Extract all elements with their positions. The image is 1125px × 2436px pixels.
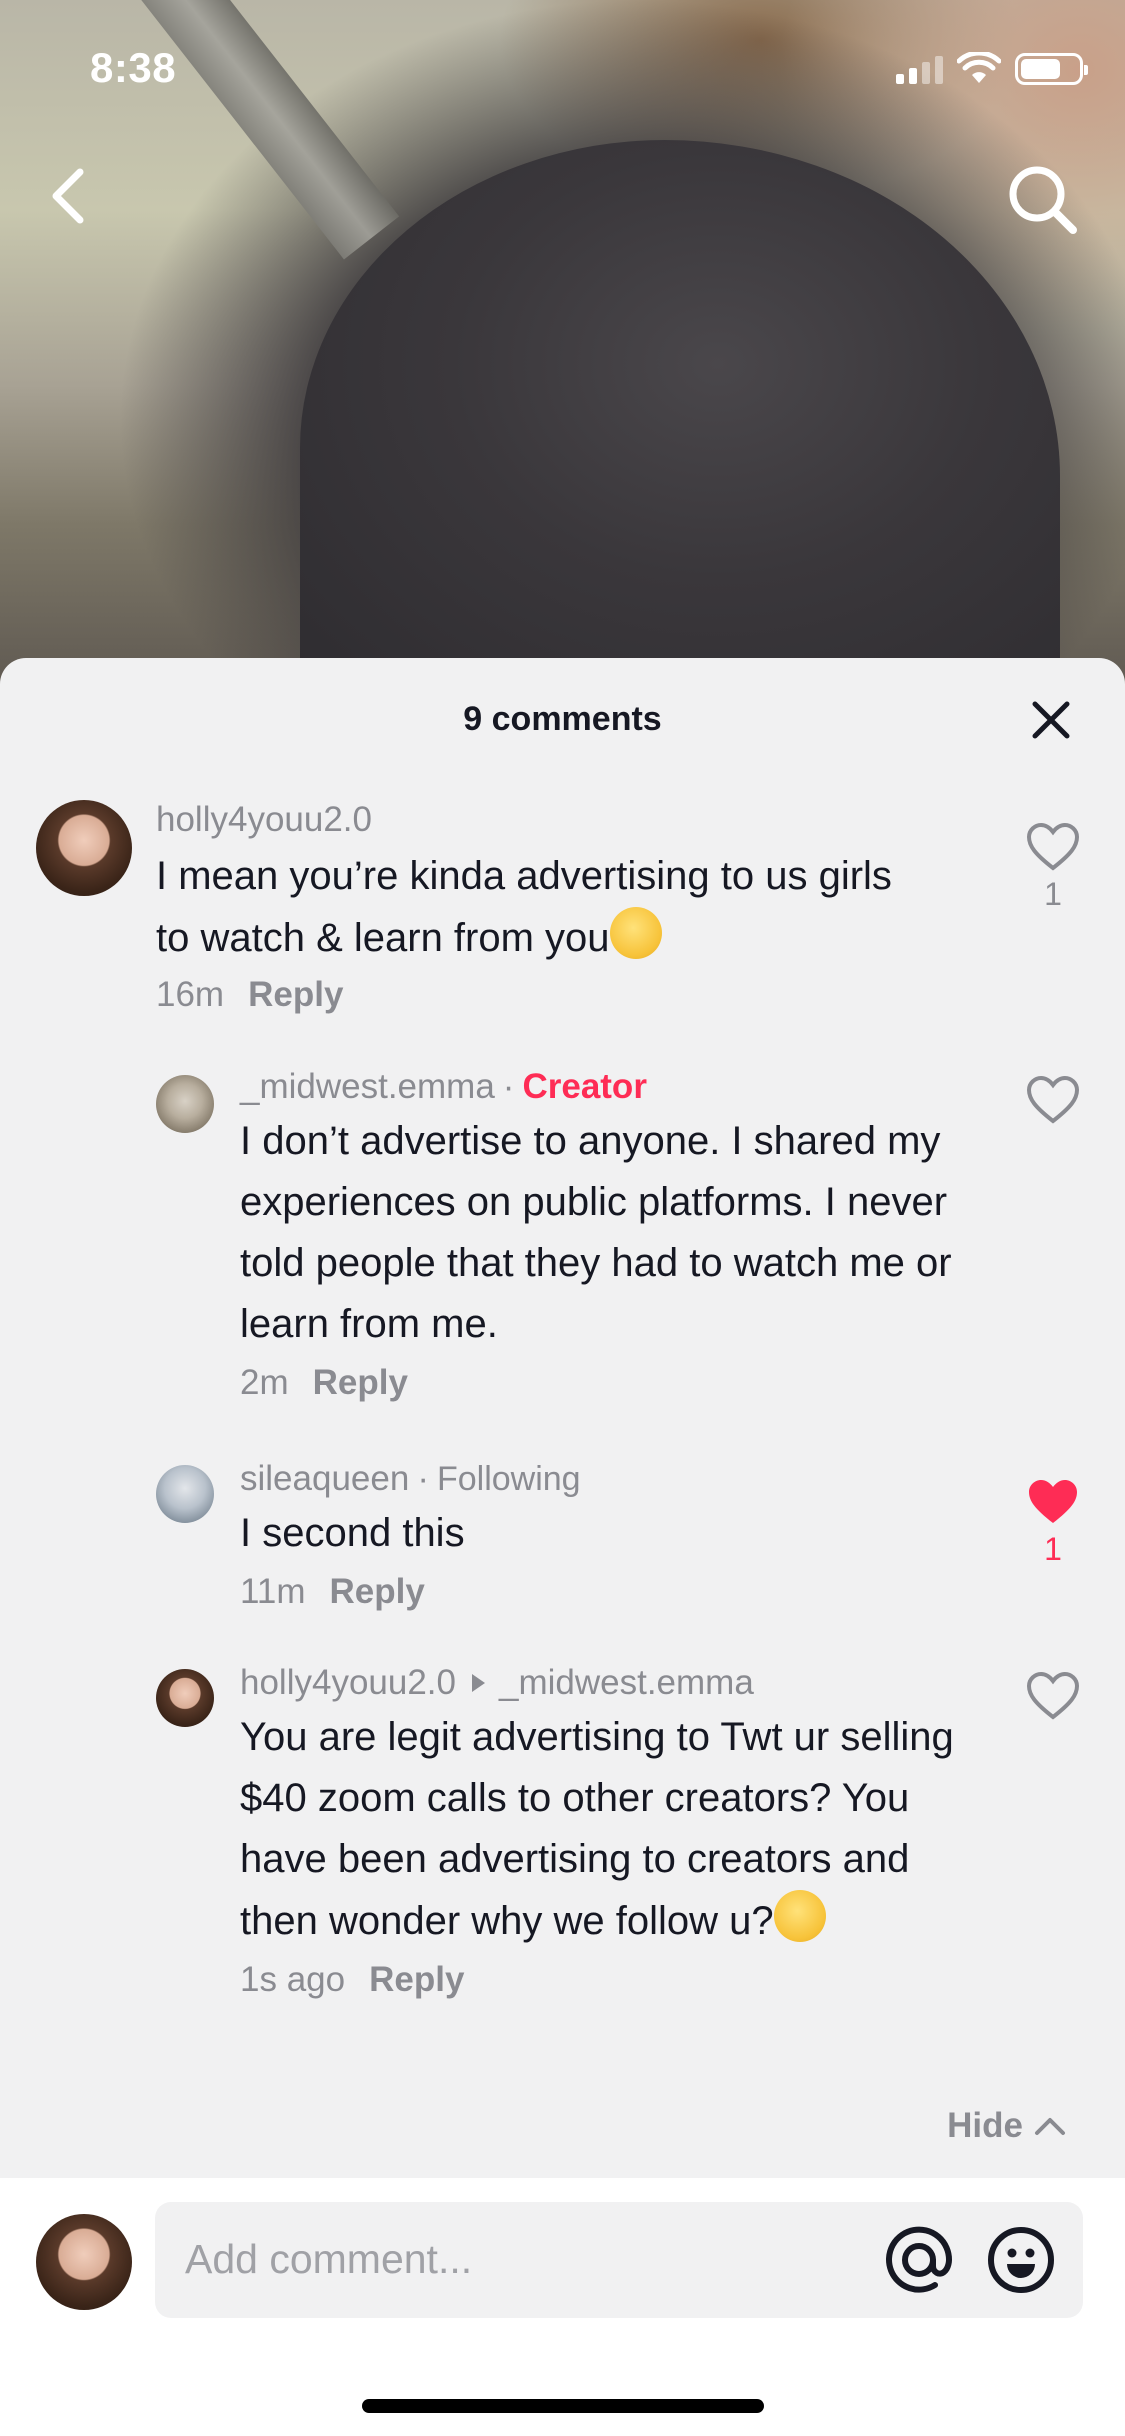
comment-username[interactable]: sileaqueen [240,1459,409,1499]
creator-badge: Creator [522,1067,647,1106]
sheet-header: 9 comments [0,658,1125,778]
avatar[interactable] [156,1075,214,1133]
heart-outline-icon [1026,822,1080,871]
comment-footer: 11m Reply [240,1572,960,1612]
chevron-up-icon [1035,2118,1065,2135]
comment-time: 16m [156,975,225,1014]
reply-button[interactable]: Reply [330,1572,425,1612]
separator-dot: · [502,1067,515,1106]
reply-arrow-icon [472,1674,485,1692]
my-avatar [36,2214,132,2310]
comment-footer: 1s ago Reply [240,1960,970,2000]
like-button[interactable] [1023,1671,1083,1721]
comment-footer: 2m Reply [240,1363,960,1403]
like-button[interactable]: 1 [1023,822,1083,913]
compose-bar: Add comment... [0,2178,1125,2436]
cellular-signal-icon [896,54,943,84]
comment-time: 1s ago [240,1960,346,1999]
comment-item: holly4youu2.0 I mean you’re kinda advert… [0,800,1125,1040]
comments-sheet: 9 comments holly4youu2.0 I mean you’re k… [0,658,1125,2436]
wifi-icon [957,52,1001,83]
comment-meta: holly4youu2.0 [156,800,916,840]
search-icon[interactable] [1003,160,1083,240]
avatar[interactable] [36,800,132,896]
tears-of-joy-emoji-icon [773,1890,826,1942]
separator-dot: · [417,1459,429,1498]
like-count: 1 [1044,876,1062,912]
home-indicator [362,2399,764,2413]
comment-footer: 16m Reply [156,975,916,1015]
comments-count-title: 9 comments [463,700,662,738]
comment-time: 2m [240,1363,289,1402]
reply-button[interactable]: Reply [369,1960,464,2000]
comment-text-body: I mean you’re kinda advertising to us gi… [156,854,892,960]
reply-to-username[interactable]: _midwest.emma [499,1663,754,1703]
status-bar: 8:38 [0,0,1125,132]
following-badge: Following [436,1459,581,1498]
mention-at-icon[interactable] [883,2224,955,2296]
emoji-picker-icon[interactable] [985,2224,1057,2296]
avatar[interactable] [156,1465,214,1523]
close-icon[interactable] [1029,698,1073,742]
like-button[interactable] [1023,1075,1083,1125]
comment-text: You are legit advertising to Twt ur sell… [240,1707,970,1952]
like-button[interactable]: 1 [1023,1477,1083,1568]
reply-item: holly4youu2.0 _midwest.emma You are legi… [0,1663,1125,2089]
back-arrow-icon[interactable] [40,160,100,230]
reply-item: _midwest.emma · Creator I don’t advertis… [0,1067,1125,1455]
hide-replies-button[interactable]: Hide [947,2106,1067,2146]
comment-input[interactable]: Add comment... [155,2202,1083,2318]
reply-button[interactable]: Reply [313,1363,408,1403]
comment-text-body: You are legit advertising to Twt ur sell… [240,1715,954,1943]
hide-label: Hide [947,2106,1023,2145]
sweat-smile-emoji-icon [609,907,662,959]
comment-input-placeholder: Add comment... [185,2236,473,2282]
comment-username[interactable]: holly4youu2.0 [240,1663,456,1703]
battery-icon [1015,53,1088,85]
comment-meta: _midwest.emma · Creator [240,1067,960,1107]
status-icons [896,52,1088,86]
comment-meta: sileaqueen · Following [240,1459,960,1499]
comment-text: I mean you’re kinda advertising to us gi… [156,846,916,969]
video-scene-hoodie [300,140,1060,700]
reply-item: sileaqueen · Following I second this 11m… [0,1459,1125,1645]
comment-username[interactable]: _midwest.emma [240,1067,495,1107]
status-time: 8:38 [90,44,177,91]
heart-outline-icon [1026,1075,1080,1124]
reply-button[interactable]: Reply [248,975,343,1015]
like-count: 1 [1044,1531,1062,1567]
avatar[interactable] [156,1669,214,1727]
comment-username[interactable]: holly4youu2.0 [156,800,372,840]
heart-filled-icon [1029,1480,1077,1523]
heart-outline-icon [1026,1671,1080,1720]
comment-time: 11m [240,1572,306,1611]
comment-meta: holly4youu2.0 _midwest.emma [240,1663,970,1703]
comment-text: I second this [240,1511,465,1555]
comment-text: I don’t advertise to anyone. I shared my… [240,1119,952,1346]
